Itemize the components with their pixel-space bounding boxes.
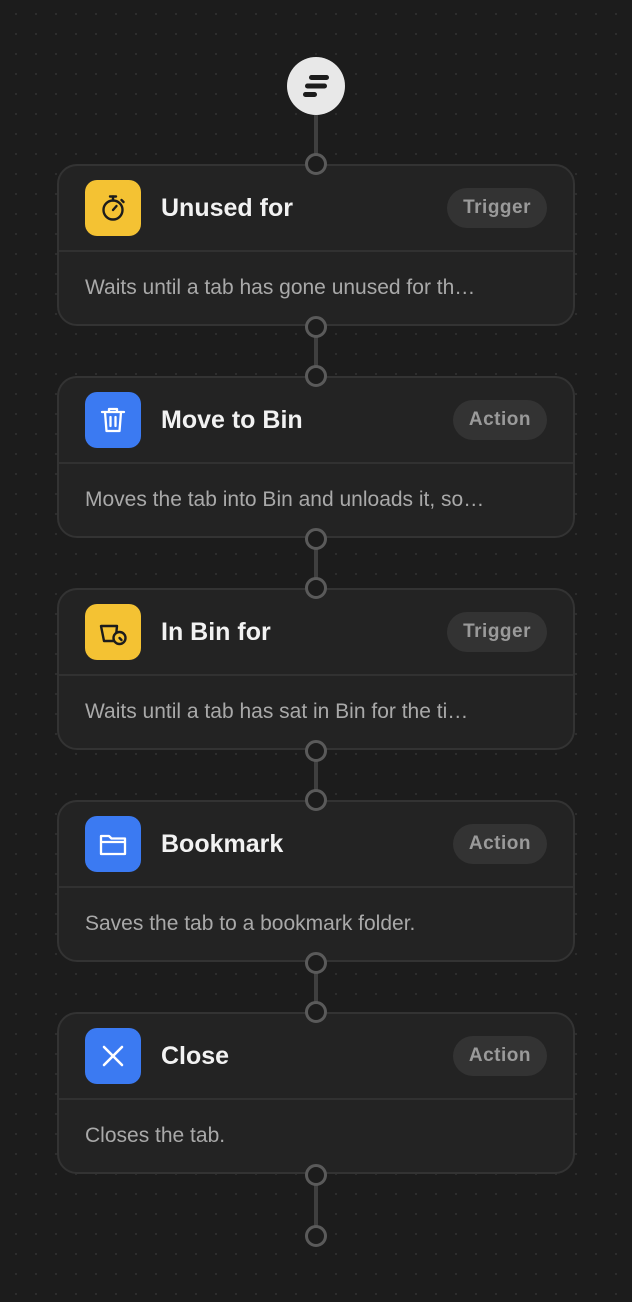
step-title: In Bin for [161, 617, 271, 646]
step-description-area: Closes the tab. [59, 1100, 573, 1172]
workflow-step-unused-for[interactable]: Unused for Trigger Waits until a tab has… [57, 164, 575, 326]
step-header: In Bin for Trigger [59, 590, 573, 676]
input-port[interactable] [305, 1001, 327, 1023]
workflow-step-bookmark[interactable]: Bookmark Action Saves the tab to a bookm… [57, 800, 575, 962]
output-port[interactable] [305, 952, 327, 974]
folder-icon [99, 834, 127, 856]
flow-start-icon [303, 75, 329, 97]
step-header: Close Action [59, 1014, 573, 1100]
step-description-area: Moves the tab into Bin and unloads it, s… [59, 464, 573, 536]
output-port[interactable] [305, 316, 327, 338]
output-port[interactable] [305, 1164, 327, 1186]
input-port[interactable] [305, 365, 327, 387]
input-port[interactable] [305, 153, 327, 175]
step-title: Unused for [161, 193, 293, 222]
output-port[interactable] [305, 528, 327, 550]
bin-timer-icon [99, 624, 127, 646]
step-title: Bookmark [161, 829, 284, 858]
step-description: Closes the tab. [85, 1124, 226, 1147]
step-icon-box [85, 392, 141, 448]
trash-icon [100, 407, 126, 433]
stopwatch-icon [102, 195, 125, 221]
step-icon-box [85, 604, 141, 660]
step-type-badge: Trigger [447, 612, 547, 652]
step-description: Moves the tab into Bin and unloads it, s… [85, 488, 485, 511]
output-port[interactable] [305, 740, 327, 762]
workflow-step-in-bin-for[interactable]: In Bin for Trigger Waits until a tab has… [57, 588, 575, 750]
step-icon-box [85, 816, 141, 872]
input-port[interactable] [305, 577, 327, 599]
step-header: Unused for Trigger [59, 166, 573, 252]
workflow-step-close[interactable]: Close Action Closes the tab. [57, 1012, 575, 1174]
step-description: Saves the tab to a bookmark folder. [85, 912, 416, 935]
step-header: Move to Bin Action [59, 378, 573, 464]
step-icon-box [85, 180, 141, 236]
input-port[interactable] [305, 789, 327, 811]
step-icon-box [85, 1028, 141, 1084]
step-description-area: Waits until a tab has sat in Bin for the… [59, 676, 573, 748]
step-type-badge: Action [452, 1036, 547, 1076]
close-x-icon [102, 1045, 124, 1067]
step-type-badge: Trigger [447, 188, 547, 228]
step-title: Close [161, 1041, 230, 1070]
step-type-badge: Action [452, 824, 547, 864]
flow-start-node[interactable] [287, 57, 345, 115]
step-title: Move to Bin [161, 405, 303, 434]
step-description-area: Waits until a tab has gone unused for th… [59, 252, 573, 324]
workflow-step-move-to-bin[interactable]: Move to Bin Action Moves the tab into Bi… [57, 376, 575, 538]
step-description: Waits until a tab has sat in Bin for the… [85, 700, 469, 723]
step-description-area: Saves the tab to a bookmark folder. [59, 888, 573, 960]
step-header: Bookmark Action [59, 802, 573, 888]
add-step-port[interactable] [305, 1225, 327, 1247]
step-description: Waits until a tab has gone unused for th… [85, 276, 476, 299]
step-type-badge: Action [452, 400, 547, 440]
